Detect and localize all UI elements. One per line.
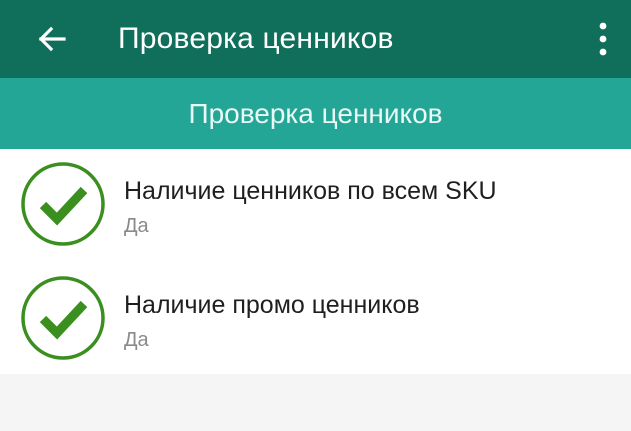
list-item[interactable]: Наличие промо ценников Да: [0, 263, 631, 375]
overflow-menu-button[interactable]: [581, 17, 625, 61]
back-button[interactable]: [30, 17, 74, 61]
checklist: Наличие ценников по всем SKU Да Наличие …: [0, 149, 631, 374]
list-item-title: Наличие промо ценников: [124, 291, 420, 319]
more-vertical-icon: [599, 22, 607, 56]
list-item-value: Да: [124, 215, 149, 237]
list-item-value: Да: [124, 329, 149, 351]
list-item-title: Наличие ценников по всем SKU: [124, 177, 497, 205]
check-circle-icon: [21, 162, 105, 246]
arrow-left-icon: [38, 26, 66, 52]
list-item[interactable]: Наличие ценников по всем SKU Да: [0, 149, 631, 261]
app-bar: Проверка ценников: [0, 0, 631, 78]
check-circle-icon: [21, 276, 105, 360]
page-title: Проверка ценников: [118, 22, 394, 55]
section-header: Проверка ценников: [0, 78, 631, 149]
